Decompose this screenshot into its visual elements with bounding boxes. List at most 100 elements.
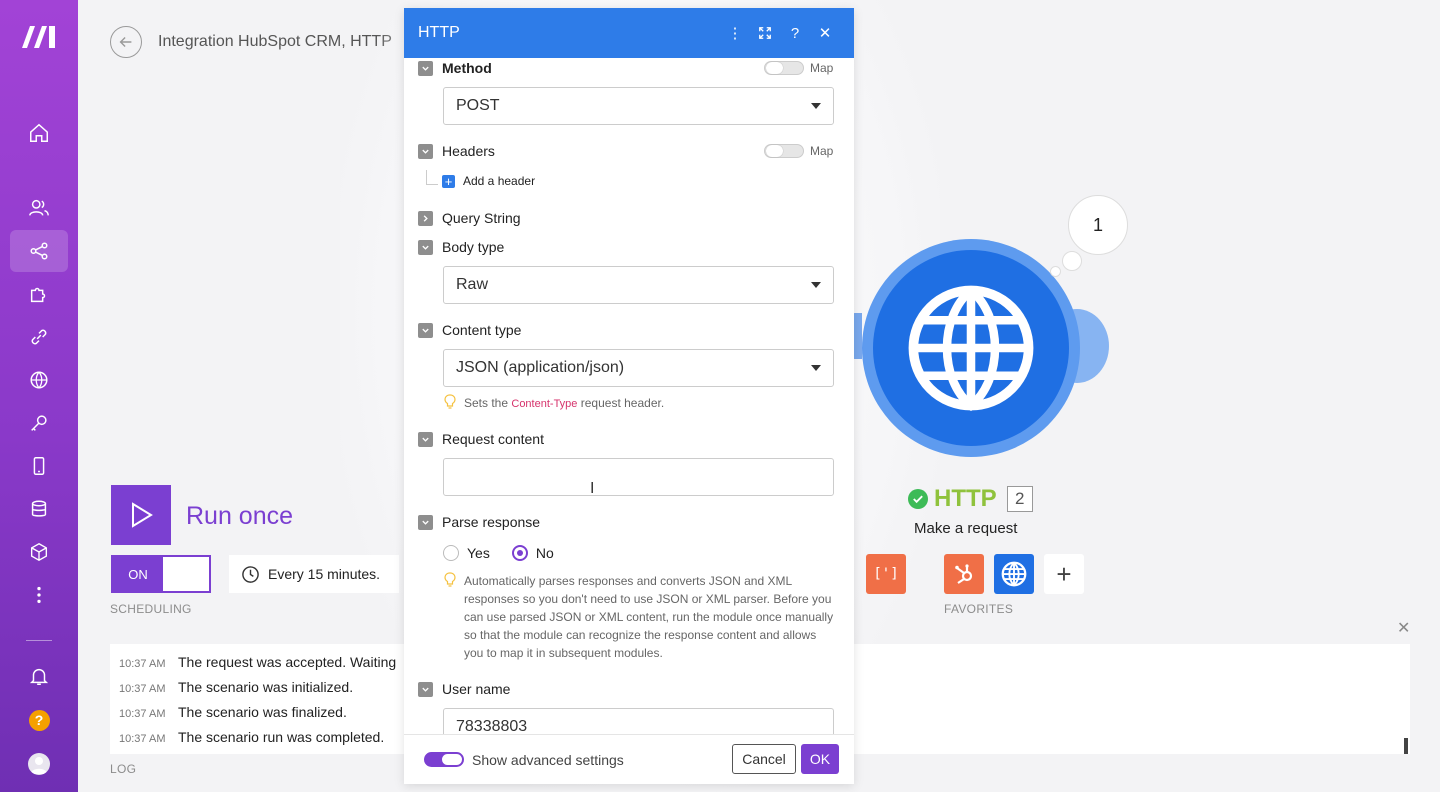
scheduling-toggle-knob [163,557,209,591]
sidebar-item-data-stores[interactable] [10,488,68,530]
favorites-caption: FAVORITES [944,602,1014,616]
link-icon [31,329,47,345]
advanced-settings-toggle[interactable] [424,752,464,767]
body-type-select[interactable]: Raw [443,266,834,304]
sidebar-item-team[interactable] [10,187,68,229]
run-once-label[interactable]: Run once [186,502,293,531]
add-favorite-button[interactable]: + [1044,554,1084,594]
clock-icon [242,565,259,583]
log-time: 10:37 AM [119,733,166,745]
operations-count-bubble[interactable]: 1 [1068,195,1128,255]
radio-circle-selected [511,545,528,561]
content-type-collapse-checkbox[interactable] [418,323,433,338]
success-check-icon [908,489,928,509]
log-row: 10:37 AM The request was accepted. Waiti… [119,654,396,670]
bell-icon [29,668,49,685]
help-icon: ? [28,709,50,731]
lightbulb-icon [444,394,456,409]
help-icon[interactable]: ? [780,18,810,48]
chevron-right-icon [423,215,428,222]
parse-response-hint: Automatically parses responses and conve… [444,572,834,662]
advanced-settings-label[interactable]: Show advanced settings [472,752,624,768]
cancel-button[interactable]: Cancel [732,744,796,774]
more-vertical-icon[interactable]: ⋮ [720,18,750,48]
user-name-input[interactable]: 78338803 [443,708,834,734]
sidebar-divider [26,640,52,641]
sidebar-item-webhooks[interactable] [10,359,68,401]
http-module-dialog: HTTP ⋮ ? ✕ Method Map POST Headers Map +… [404,8,854,784]
method-collapse-checkbox[interactable] [418,61,433,76]
method-map-toggle[interactable]: Map [764,61,833,75]
radio-circle [443,545,459,561]
make-logo-icon[interactable] [20,22,60,50]
headers-map-toggle[interactable]: Map [764,144,833,158]
headers-collapse-checkbox[interactable] [418,144,433,159]
arrow-left-icon [119,36,132,48]
content-type-select[interactable]: JSON (application/json) [443,349,834,387]
hint-text: Sets the [464,396,509,410]
request-content-collapse-checkbox[interactable] [418,432,433,447]
plus-icon: + [442,174,455,188]
close-icon[interactable]: ✕ [1397,618,1410,638]
http-module-node-inner[interactable] [873,250,1069,446]
parse-response-no-radio[interactable]: No [511,545,554,561]
method-label: Method [442,60,492,76]
back-button[interactable] [110,26,142,58]
brackets-icon: ['] [873,566,899,582]
scheduling-toggle[interactable]: ON [111,555,211,593]
close-icon[interactable]: ✕ [810,18,840,48]
user-name-value: 78338803 [456,718,528,734]
sidebar-item-connections[interactable] [10,316,68,358]
sidebar-item-help[interactable]: ? [10,699,68,741]
query-string-label[interactable]: Query String [442,210,521,226]
parse-response-collapse-checkbox[interactable] [418,515,433,530]
log-time: 10:37 AM [119,683,166,695]
sidebar-item-keys[interactable] [10,402,68,444]
map-label: Map [810,144,834,158]
chevron-down-icon [422,437,429,442]
favorite-http-button[interactable] [994,554,1034,594]
sidebar-item-profile[interactable] [10,743,68,785]
tools-button[interactable]: ['] [866,554,906,594]
chevron-down-icon [422,245,429,250]
request-content-input[interactable]: I [443,458,834,497]
map-switch [764,61,804,75]
favorite-hubspot-button[interactable] [944,554,984,594]
key-icon [31,415,47,431]
sidebar-item-notifications[interactable] [10,655,68,697]
query-string-expand-checkbox[interactable] [418,211,433,226]
sidebar-item-more[interactable] [10,574,68,616]
puzzle-icon [30,287,46,303]
parse-response-yes-radio[interactable]: Yes [443,545,490,561]
ok-button[interactable]: OK [801,744,839,774]
globe-icon [1001,561,1027,587]
schedule-interval: Every 15 minutes. [268,566,381,582]
globe-icon [30,371,48,389]
sidebar-item-data-structures[interactable] [10,531,68,573]
chevron-down-icon [422,520,429,525]
log-message: The scenario run was completed. [178,729,385,745]
sidebar-item-scenarios[interactable] [10,230,68,272]
run-once-button[interactable] [111,485,171,545]
add-header-button[interactable]: + Add a header [442,174,535,188]
expand-icon[interactable] [750,18,780,48]
method-select[interactable]: POST [443,87,834,125]
home-icon [30,123,48,142]
body-type-collapse-checkbox[interactable] [418,240,433,255]
sidebar-item-devices[interactable] [10,445,68,487]
log-scrollbar[interactable] [1404,738,1408,754]
user-name-collapse-checkbox[interactable] [418,682,433,697]
map-label: Map [810,61,834,75]
log-time: 10:37 AM [119,658,166,670]
sidebar-item-templates[interactable] [10,273,68,315]
node-name[interactable]: HTTP [934,485,997,513]
schedule-settings-button[interactable]: Every 15 minutes. [229,555,399,593]
hint-text: Automatically parses responses and conve… [464,574,834,660]
chevron-down-icon [422,687,429,692]
caret-down-icon [811,365,821,371]
parse-response-label: Parse response [442,514,541,530]
log-message: The scenario was initialized. [178,679,354,695]
hint-code: Content-Type [511,398,578,410]
sidebar-item-home[interactable] [10,112,68,154]
log-time: 10:37 AM [119,708,166,720]
